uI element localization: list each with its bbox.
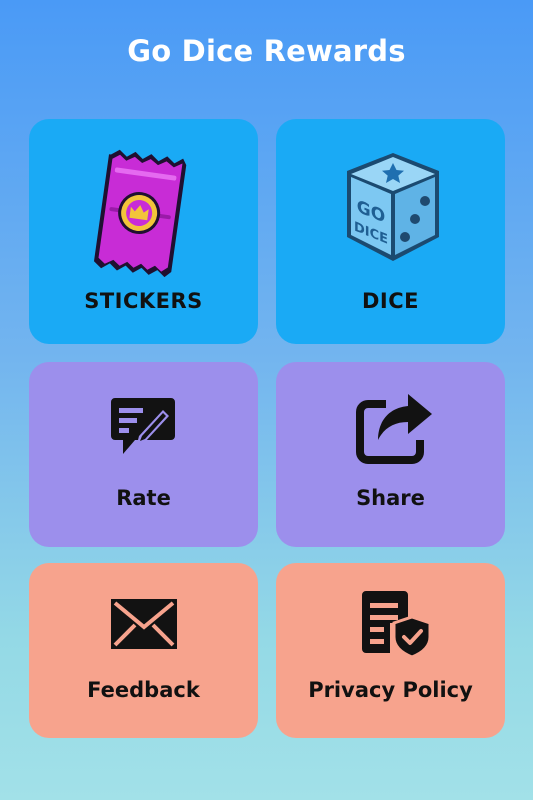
rate-message-icon [111, 398, 175, 454]
dice-label: DICE [361, 289, 419, 313]
stickers-label: STICKERS [84, 289, 203, 313]
rate-button[interactable]: Rate [29, 362, 258, 547]
stickers-button[interactable]: STICKERS [29, 119, 258, 344]
share-button[interactable]: Share [276, 362, 505, 547]
feedback-button[interactable]: Feedback [29, 563, 258, 738]
sticker-pack-icon [93, 149, 187, 278]
dice-button[interactable]: GO DICE DICE [276, 119, 505, 344]
dice-icon: GO DICE [347, 153, 439, 261]
privacy-policy-label: Privacy Policy [308, 678, 473, 702]
rate-label: Rate [116, 486, 171, 510]
envelope-icon [111, 599, 177, 649]
feedback-label: Feedback [87, 678, 200, 702]
privacy-shield-icon [362, 591, 432, 659]
page-title: Go Dice Rewards [127, 34, 406, 68]
privacy-policy-button[interactable]: Privacy Policy [276, 563, 505, 738]
share-label: Share [356, 486, 425, 510]
share-icon [356, 394, 432, 464]
